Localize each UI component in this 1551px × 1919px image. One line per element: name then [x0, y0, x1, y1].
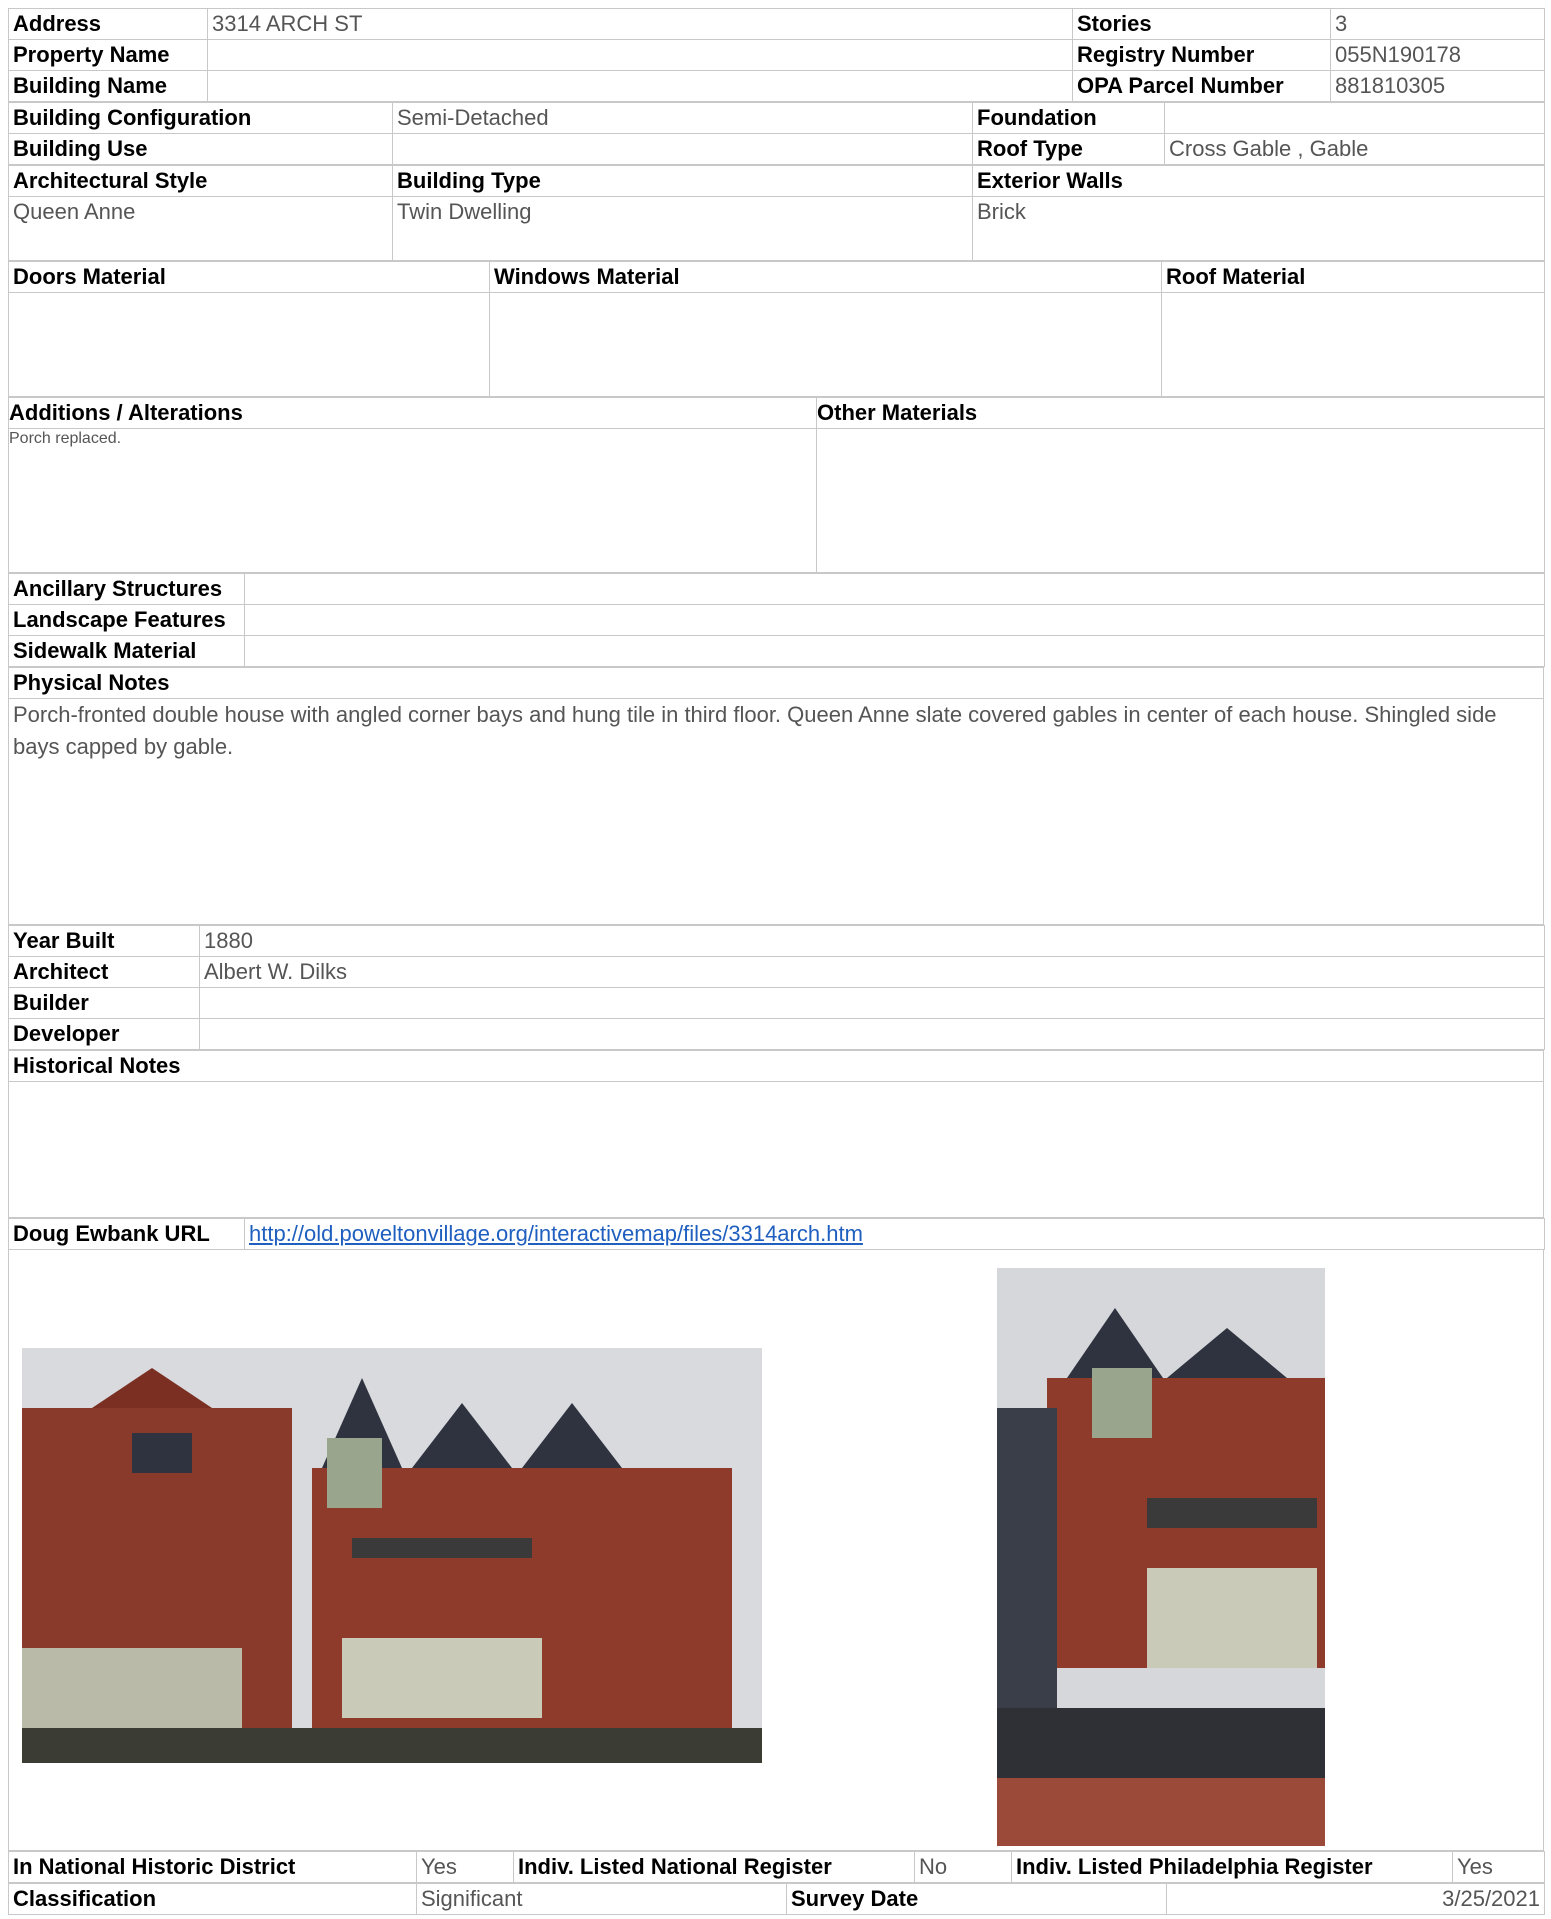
materials-table: Doors Material Windows Material Roof Mat…	[8, 261, 1545, 397]
site-table: Ancillary Structures Landscape Features …	[8, 573, 1545, 667]
exterior-walls-value: Brick	[972, 196, 1545, 261]
porch	[342, 1638, 542, 1718]
doors-label: Doors Material	[8, 261, 490, 293]
history-table: Year Built 1880 Architect Albert W. Dilk…	[8, 925, 1545, 1050]
style-table: Architectural Style Building Type Exteri…	[8, 165, 1545, 261]
configuration-label: Building Configuration	[8, 102, 393, 134]
other-materials-label: Other Materials	[816, 397, 1545, 429]
building-type-value: Twin Dwelling	[392, 196, 973, 261]
tower-bay	[327, 1438, 382, 1508]
additions-label: Additions / Alterations	[8, 397, 817, 429]
phila-register-value: Yes	[1452, 1851, 1545, 1883]
classification-table: Classification Significant Survey Date 3…	[8, 1883, 1545, 1915]
national-register-value: No	[914, 1851, 1012, 1883]
ground	[22, 1728, 762, 1763]
year-built-label: Year Built	[8, 925, 200, 957]
builder-label: Builder	[8, 987, 200, 1019]
opa-label: OPA Parcel Number	[1072, 70, 1331, 102]
developer-label: Developer	[8, 1018, 200, 1050]
roof-type-label: Roof Type	[972, 133, 1165, 165]
year-built-value: 1880	[199, 925, 1545, 957]
side-building	[997, 1408, 1057, 1708]
registry-value: 055N190178	[1330, 39, 1545, 71]
ancillary-value	[244, 573, 1545, 605]
sidewalk-label: Sidewalk Material	[8, 635, 245, 667]
roof-material-value	[1161, 292, 1545, 397]
porch	[1147, 1568, 1317, 1668]
other-materials-value	[816, 428, 1545, 573]
photo-area	[8, 1250, 1544, 1851]
building-name-label: Building Name	[8, 70, 208, 102]
header-table: Address 3314 ARCH ST Stories 3 Property …	[8, 8, 1545, 102]
building-use-value	[392, 133, 973, 165]
exterior-walls-label: Exterior Walls	[972, 165, 1545, 197]
foundation-value	[1164, 102, 1545, 134]
property-name-label: Property Name	[8, 39, 208, 71]
classification-label: Classification	[8, 1883, 417, 1915]
left-porch	[22, 1648, 242, 1728]
phila-register-label: Indiv. Listed Philadelphia Register	[1011, 1851, 1453, 1883]
balcony	[352, 1538, 532, 1558]
building-type-label: Building Type	[392, 165, 973, 197]
corner-photo	[997, 1268, 1325, 1846]
additions-value: Porch replaced.	[8, 428, 817, 573]
sidewalk-value	[244, 635, 1545, 667]
address-label: Address	[8, 8, 208, 40]
building-name-value	[207, 70, 1073, 102]
sidewalk	[997, 1778, 1325, 1846]
url-table: Doug Ewbank URL http://old.poweltonvilla…	[8, 1218, 1545, 1250]
roof-type-value: Cross Gable , Gable	[1164, 133, 1545, 165]
historical-notes-text	[8, 1081, 1544, 1218]
builder-value	[199, 987, 1545, 1019]
survey-date-label: Survey Date	[786, 1883, 1167, 1915]
foundation-label: Foundation	[972, 102, 1165, 134]
stories-value: 3	[1330, 8, 1545, 40]
style-value: Queen Anne	[8, 196, 393, 261]
property-name-value	[207, 39, 1073, 71]
stone-wall	[997, 1708, 1325, 1778]
configuration-value: Semi-Detached	[392, 102, 973, 134]
registry-label: Registry Number	[1072, 39, 1331, 71]
architect-value: Albert W. Dilks	[199, 956, 1545, 988]
ewbank-url-link[interactable]: http://old.poweltonvillage.org/interacti…	[249, 1221, 863, 1246]
historical-notes-label: Historical Notes	[8, 1050, 1544, 1082]
landscape-label: Landscape Features	[8, 604, 245, 636]
left-windows	[132, 1433, 192, 1473]
bay-window	[1092, 1368, 1152, 1438]
historical-notes-table: Historical Notes	[8, 1050, 1544, 1218]
stories-label: Stories	[1072, 8, 1331, 40]
physical-notes-text: Porch-fronted double house with angled c…	[8, 698, 1544, 925]
url-label: Doug Ewbank URL	[8, 1218, 245, 1250]
district-label: In National Historic District	[8, 1851, 417, 1883]
ancillary-label: Ancillary Structures	[8, 573, 245, 605]
roof-material-label: Roof Material	[1161, 261, 1545, 293]
classification-value: Significant	[416, 1883, 787, 1915]
style-label: Architectural Style	[8, 165, 393, 197]
config-table: Building Configuration Semi-Detached Fou…	[8, 102, 1545, 165]
status-table: In National Historic District Yes Indiv.…	[8, 1851, 1545, 1883]
address-value: 3314 ARCH ST	[207, 8, 1073, 40]
opa-value: 881810305	[1330, 70, 1545, 102]
district-value: Yes	[416, 1851, 514, 1883]
survey-date-value: 3/25/2021	[1166, 1883, 1545, 1915]
architect-label: Architect	[8, 956, 200, 988]
developer-value	[199, 1018, 1545, 1050]
property-record-sheet: Address 3314 ARCH ST Stories 3 Property …	[8, 8, 1545, 1915]
national-register-label: Indiv. Listed National Register	[513, 1851, 915, 1883]
physical-table: Physical Notes Porch-fronted double hous…	[8, 667, 1544, 925]
windows-label: Windows Material	[489, 261, 1162, 293]
alterations-table: Additions / Alterations Other Materials …	[8, 397, 1545, 573]
balcony	[1147, 1498, 1317, 1528]
landscape-value	[244, 604, 1545, 636]
doors-value	[8, 292, 490, 397]
street-photo	[22, 1348, 762, 1763]
windows-value	[489, 292, 1162, 397]
physical-notes-label: Physical Notes	[8, 667, 1544, 699]
building-use-label: Building Use	[8, 133, 393, 165]
